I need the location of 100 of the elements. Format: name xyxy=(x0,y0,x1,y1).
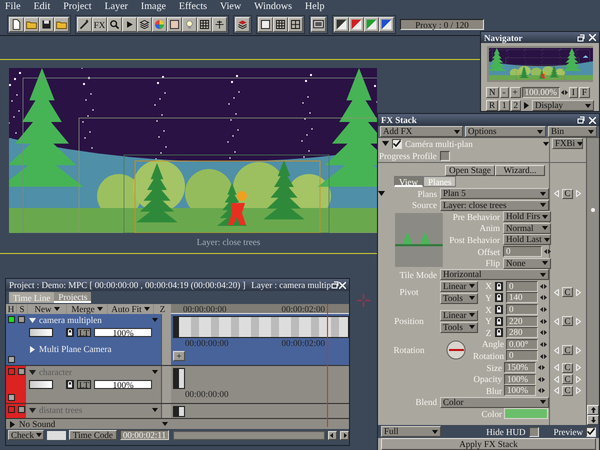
save-icon[interactable] xyxy=(39,17,54,32)
input-field[interactable]: 280 xyxy=(506,327,538,338)
expand-arrow-icon[interactable] xyxy=(9,420,16,428)
input-field[interactable]: 100% xyxy=(504,385,536,396)
color-swatch[interactable] xyxy=(504,408,548,420)
input-field[interactable]: 220 xyxy=(506,316,538,327)
square-icon[interactable] xyxy=(167,17,182,32)
fit-button[interactable]: F xyxy=(578,87,590,98)
float-icon[interactable] xyxy=(331,281,339,289)
menu-item[interactable]: File xyxy=(5,1,21,12)
opacity-field[interactable]: 100% xyxy=(94,328,152,337)
checkbox[interactable] xyxy=(528,426,538,436)
key-button[interactable]: C xyxy=(562,374,573,384)
fit-button[interactable]: I xyxy=(568,87,578,98)
monitor-icon[interactable] xyxy=(311,17,326,32)
layers-icon[interactable] xyxy=(235,17,250,32)
menu-item[interactable]: Help xyxy=(305,1,324,12)
expand-arrow-icon[interactable] xyxy=(29,368,36,376)
lock-icon[interactable] xyxy=(495,316,503,326)
scroll-up-button[interactable] xyxy=(587,405,599,415)
expand-arrow-icon[interactable] xyxy=(29,346,36,352)
checkbox[interactable] xyxy=(586,426,596,436)
rotation-dial[interactable] xyxy=(446,340,466,360)
check-dropdown[interactable]: Check xyxy=(8,430,44,440)
spinner-icon[interactable] xyxy=(540,342,547,348)
layer-row[interactable]: camera multiplen LT 100% Multi Plane Camera xyxy=(6,314,171,366)
close-icon[interactable] xyxy=(589,116,596,124)
dropdown[interactable]: Layer: close trees xyxy=(440,200,549,211)
input-field[interactable]: 0 xyxy=(506,304,538,316)
float-icon[interactable] xyxy=(577,34,585,42)
menu-item[interactable]: Project xyxy=(63,1,92,12)
split-view-icon[interactable] xyxy=(288,17,303,32)
clip-strip[interactable] xyxy=(173,368,185,389)
key-button[interactable]: C xyxy=(562,345,573,356)
solo-toggle[interactable] xyxy=(18,368,24,375)
input-field[interactable]: 150% xyxy=(504,362,536,373)
menu-item[interactable]: View xyxy=(220,1,242,12)
action-button[interactable]: Open Stage xyxy=(445,164,495,176)
scroll-left-button[interactable] xyxy=(328,430,337,440)
input-field[interactable]: 100% xyxy=(504,374,536,385)
new-file-icon[interactable] xyxy=(9,17,24,32)
fx-bin-dropdown[interactable]: FXBi xyxy=(552,138,583,150)
bin-dropdown[interactable]: Bin xyxy=(548,126,597,137)
blend-button[interactable]: LT xyxy=(77,328,92,337)
time-code-field[interactable]: 00:00:02:11 xyxy=(120,430,169,440)
clip-strip[interactable] xyxy=(173,406,185,417)
scroll-down-button[interactable] xyxy=(587,415,599,425)
key-button[interactable]: C xyxy=(562,188,573,199)
mode-dropdown[interactable]: Linear xyxy=(440,280,478,292)
spinner-icon[interactable] xyxy=(538,388,545,394)
spinner-icon[interactable] xyxy=(540,330,547,336)
wand-icon[interactable] xyxy=(77,17,92,32)
quality-dropdown[interactable]: Full xyxy=(381,426,441,437)
spinner-icon[interactable] xyxy=(540,295,547,300)
tab[interactable]: Projects xyxy=(54,292,92,303)
spinner-icon[interactable] xyxy=(540,318,547,324)
key-button[interactable]: C xyxy=(562,386,573,396)
column-header[interactable]: Auto Fit xyxy=(108,304,153,314)
view-button[interactable]: 1 xyxy=(499,100,510,111)
layer-icon[interactable] xyxy=(8,394,14,401)
column-header[interactable]: New xyxy=(28,304,66,314)
checkbox[interactable] xyxy=(440,150,450,161)
spinner-icon[interactable] xyxy=(540,284,547,289)
play-icon[interactable] xyxy=(122,17,137,32)
folder-icon[interactable] xyxy=(54,17,69,32)
spinner-icon[interactable] xyxy=(540,354,547,359)
mode-dropdown[interactable]: Tools xyxy=(440,322,478,333)
menu-item[interactable]: Windows xyxy=(254,1,292,12)
input-field[interactable]: 140 xyxy=(506,292,538,304)
folder-icon[interactable] xyxy=(24,17,39,32)
scroll-right-button[interactable] xyxy=(340,430,349,440)
column-header[interactable]: H xyxy=(6,304,16,314)
column-header[interactable]: S xyxy=(17,304,27,314)
clip-strip[interactable] xyxy=(173,316,349,338)
dropdown[interactable]: Color xyxy=(440,396,549,408)
zoom-button[interactable]: - xyxy=(500,87,508,98)
play-icon[interactable] xyxy=(522,100,532,111)
scrollbar[interactable] xyxy=(173,430,325,440)
search-icon[interactable] xyxy=(107,17,122,32)
dropdown[interactable]: Normal xyxy=(503,222,551,234)
dropdown[interactable]: Hold Last xyxy=(503,234,551,246)
solo-toggle[interactable] xyxy=(18,316,24,323)
column-header[interactable]: Z xyxy=(154,304,171,314)
apply-button[interactable]: Apply FX Stack xyxy=(381,438,596,450)
dropdown[interactable]: Options xyxy=(465,126,546,137)
zoom-button[interactable]: + xyxy=(510,87,521,98)
spinner-icon[interactable] xyxy=(538,365,545,370)
view-button[interactable]: 2 xyxy=(510,100,522,111)
input-field[interactable]: 0.00° xyxy=(506,338,538,350)
menu-item[interactable]: Edit xyxy=(34,1,50,12)
lock-icon[interactable] xyxy=(495,328,503,338)
expand-arrow-icon[interactable] xyxy=(382,140,389,148)
expand-arrow-icon[interactable] xyxy=(29,316,36,324)
spinner-icon[interactable] xyxy=(560,90,568,95)
layers-icon[interactable] xyxy=(137,17,152,32)
close-icon[interactable] xyxy=(339,282,346,288)
column-header[interactable]: Merge xyxy=(67,304,107,314)
opacity-field[interactable]: 100% xyxy=(94,380,152,389)
cross-icon[interactable] xyxy=(212,17,227,32)
scroll-thumb[interactable] xyxy=(591,208,595,212)
